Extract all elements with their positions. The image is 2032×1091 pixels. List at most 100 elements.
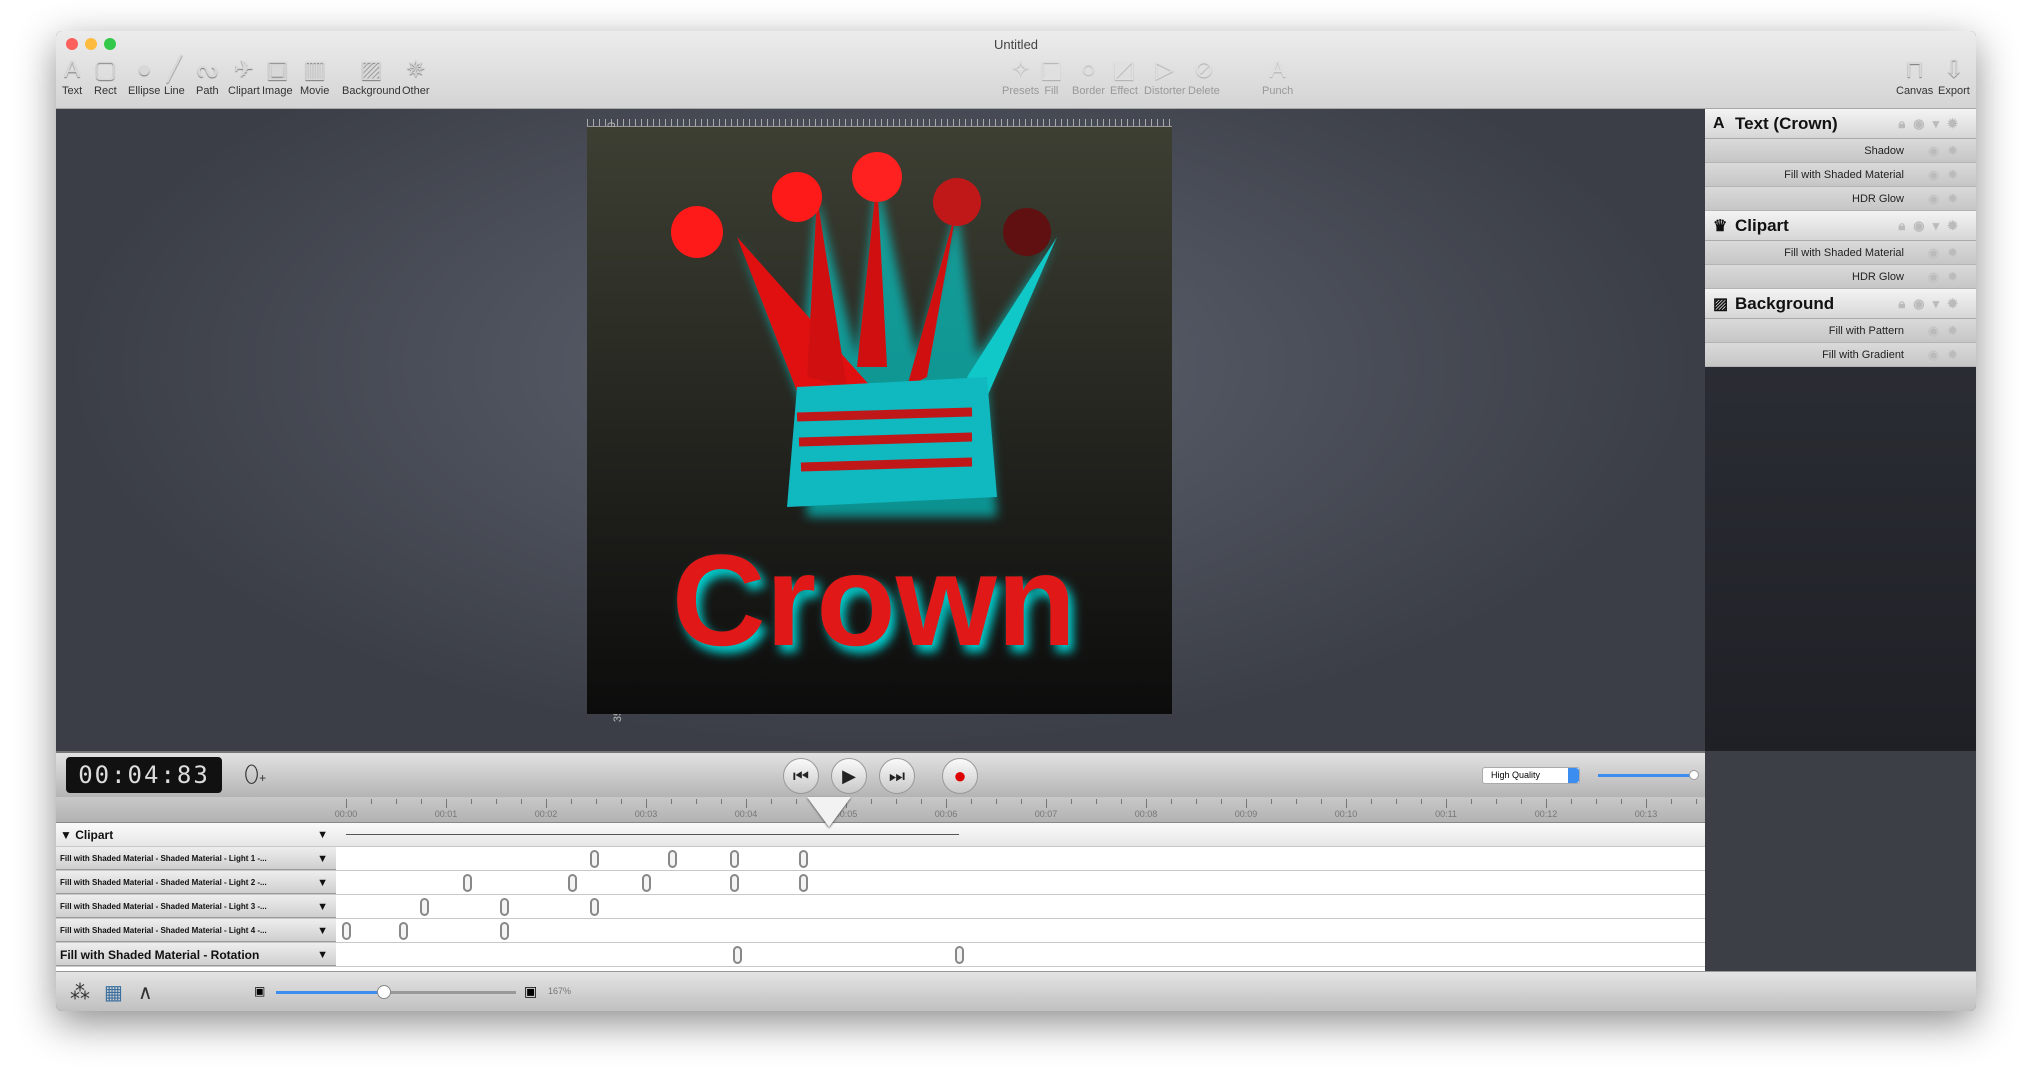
tool-background[interactable]: ▨ Background — [342, 55, 401, 97]
layer-group[interactable]: A Text (Crown) 🔒︎◉▾✹ — [1705, 109, 1976, 139]
tool-canvas[interactable]: ⊓ Canvas — [1896, 55, 1933, 97]
layer-group[interactable]: ♛ Clipart 🔒︎◉▾✹ — [1705, 211, 1976, 241]
tool-rect[interactable]: ▢ Rect — [94, 55, 117, 97]
layer-controls[interactable]: 🔒︎◉▾✹ — [1898, 218, 1966, 234]
record-button[interactable]: ● — [942, 758, 978, 794]
keyframe[interactable] — [799, 874, 808, 892]
effect-item[interactable]: HDR Glow ◉✹ — [1705, 265, 1976, 289]
tool-punch[interactable]: A Punch — [1262, 55, 1293, 97]
track-row[interactable]: Fill with Shaded Material - Shaded Mater… — [56, 919, 1705, 943]
dropdown-icon[interactable]: ▼ — [317, 895, 328, 919]
effect-item[interactable]: HDR Glow ◉✹ — [1705, 187, 1976, 211]
effect-controls[interactable]: ◉✹ — [1928, 265, 1966, 289]
tool-border[interactable]: ○ Border — [1072, 55, 1105, 97]
tool-label: Presets — [1002, 85, 1040, 97]
crown-text-fill: Crown — [672, 527, 1076, 673]
tick-label: 00:08 — [1134, 809, 1158, 819]
other-icon: ✵ — [405, 56, 426, 83]
tool-label: Clipart — [228, 85, 260, 97]
quality-select[interactable]: High Quality — [1482, 767, 1580, 784]
tool-ellipse[interactable]: ● Ellipse — [128, 55, 160, 97]
effect-name: Shadow — [1864, 145, 1904, 157]
tool-image[interactable]: ▣ Image — [262, 55, 293, 97]
layer-controls[interactable]: 🔒︎◉▾✹ — [1898, 116, 1966, 132]
skip-back-button[interactable]: ⏮ — [783, 758, 819, 794]
keyframe[interactable] — [590, 850, 599, 868]
keyframe[interactable] — [799, 850, 808, 868]
path-icon: ᔓ — [196, 56, 219, 83]
add-keyframe-button[interactable]: ⬯+ — [244, 761, 266, 789]
dropdown-icon[interactable]: ▼ — [317, 847, 328, 871]
track-row[interactable]: Fill with Shaded Material - Shaded Mater… — [56, 871, 1705, 895]
group-row[interactable]: ▼ Clipart ▼ — [56, 823, 1705, 847]
playhead[interactable] — [807, 797, 851, 827]
effect-controls[interactable]: ◉✹ — [1928, 241, 1966, 265]
tool-fill[interactable]: ◪ Fill — [1040, 55, 1063, 97]
magic-wand-icon[interactable]: ⁂ — [70, 980, 90, 1005]
play-button[interactable]: ▶ — [831, 758, 867, 794]
keyframe[interactable] — [463, 874, 472, 892]
zoom-in-icon[interactable]: ▣ — [524, 983, 537, 1000]
slider-knob[interactable] — [377, 985, 391, 999]
effect-item[interactable]: Fill with Shaded Material ◉✹ — [1705, 241, 1976, 265]
track-row[interactable]: Fill with Shaded Material - Shaded Mater… — [56, 895, 1705, 919]
timeline-ruler[interactable]: 00:00 00:01 00:02 00:03 00:04 00:05 00:06 00:07… — [56, 797, 1705, 823]
keyframe[interactable] — [642, 874, 651, 892]
artwork[interactable]: Crown Crown — [587, 127, 1172, 714]
layer-controls[interactable]: 🔒︎◉▾✹ — [1898, 296, 1966, 312]
effect-controls[interactable]: ◉✹ — [1928, 343, 1966, 367]
dropdown-icon[interactable]: ▼ — [317, 871, 328, 895]
effect-controls[interactable]: ◉✹ — [1928, 187, 1966, 211]
effect-controls[interactable]: ◉✹ — [1928, 139, 1966, 163]
keyframe[interactable] — [342, 922, 351, 940]
slider-knob[interactable] — [1689, 770, 1699, 780]
keyframe[interactable] — [399, 922, 408, 940]
track-row[interactable]: Fill with Shaded Material - Shaded Mater… — [56, 847, 1705, 871]
skip-forward-button[interactable]: ⏭ — [879, 758, 915, 794]
effect-item[interactable]: Shadow ◉✹ — [1705, 139, 1976, 163]
layer-group[interactable]: ▨ Background 🔒︎◉▾✹ — [1705, 289, 1976, 319]
grid-icon[interactable]: ▦ — [104, 980, 123, 1005]
ruler-tool-icon[interactable]: ∧ — [138, 980, 153, 1005]
tool-movie[interactable]: ▥ Movie — [300, 55, 329, 97]
keyframe[interactable] — [568, 874, 577, 892]
collapse-icon[interactable]: ▼ — [60, 828, 75, 842]
tool-path[interactable]: ᔓ Path — [196, 55, 219, 97]
track-label: Fill with Shaded Material - Shaded Mater… — [60, 926, 267, 935]
keyframe[interactable] — [730, 850, 739, 868]
ruler-tick — [1171, 799, 1172, 804]
keyframe[interactable] — [500, 898, 509, 916]
effect-controls[interactable]: ◉✹ — [1928, 319, 1966, 343]
tool-other[interactable]: ✵ Other — [402, 55, 430, 97]
ruler-tick — [546, 799, 547, 808]
tool-export[interactable]: ⇩ Export — [1938, 55, 1970, 97]
keyframe[interactable] — [500, 922, 509, 940]
canvas-area[interactable]: 050100150200250300350 Crown Crown — [56, 109, 1705, 751]
tool-text[interactable]: A Text — [62, 55, 82, 97]
effect-controls[interactable]: ◉✹ — [1928, 163, 1966, 187]
zoom-slider[interactable] — [276, 985, 516, 999]
effect-item[interactable]: Fill with Pattern ◉✹ — [1705, 319, 1976, 343]
dropdown-icon[interactable]: ▼ — [317, 919, 328, 943]
tool-distorter[interactable]: ▷ Distorter — [1144, 55, 1186, 97]
tool-line[interactable]: ╱ Line — [164, 55, 185, 97]
keyframe[interactable] — [730, 874, 739, 892]
zoom-out-icon[interactable]: ▣ — [254, 984, 265, 998]
track-row[interactable]: Fill with Shaded Material - Rotation ▼ — [56, 943, 1705, 967]
tool-delete[interactable]: ⊘ Delete — [1188, 55, 1220, 97]
tool-clipart[interactable]: ✈ Clipart — [228, 55, 260, 97]
keyframe[interactable] — [668, 850, 677, 868]
ruler-tick — [1371, 799, 1372, 804]
keyframe[interactable] — [590, 898, 599, 916]
keyframe[interactable] — [420, 898, 429, 916]
layer-name: Background — [1735, 293, 1835, 313]
effect-item[interactable]: Fill with Shaded Material ◉✹ — [1705, 163, 1976, 187]
quality-slider[interactable] — [1598, 770, 1699, 780]
dropdown-icon[interactable]: ▼ — [317, 823, 328, 847]
effect-item[interactable]: Fill with Gradient ◉✹ — [1705, 343, 1976, 367]
dropdown-icon[interactable]: ▼ — [317, 943, 328, 967]
tool-presets[interactable]: ✧ Presets — [1002, 55, 1039, 97]
keyframe[interactable] — [955, 946, 964, 964]
keyframe[interactable] — [733, 946, 742, 964]
tool-effect[interactable]: ◩ Effect — [1110, 55, 1138, 97]
